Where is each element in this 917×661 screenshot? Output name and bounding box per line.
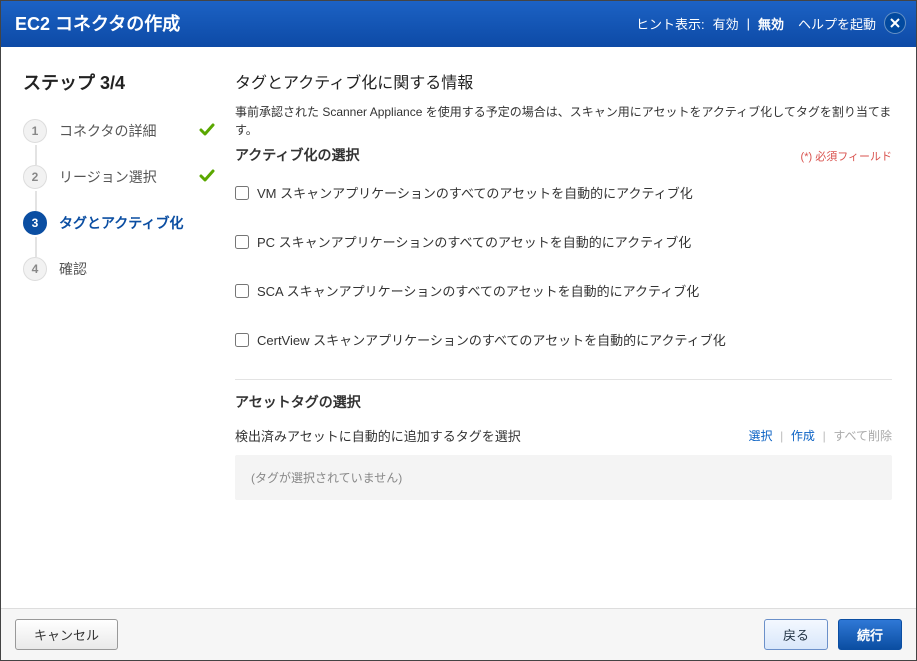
- main-heading: タグとアクティブ化に関する情報: [235, 69, 892, 93]
- hint-label: ヒント表示:: [636, 14, 705, 33]
- tag-select-link[interactable]: 選択: [749, 429, 773, 443]
- step-number: 1: [23, 119, 47, 143]
- hint-on-link[interactable]: 有効: [713, 14, 739, 33]
- step-label: 確認: [59, 259, 215, 279]
- main-description: 事前承認された Scanner Appliance を使用する予定の場合は、スキ…: [235, 103, 892, 139]
- tag-empty-text: (タグが選択されていません): [251, 471, 402, 485]
- step-number: 2: [23, 165, 47, 189]
- activation-checkbox-label: VM スキャンアプリケーションのすべてのアセットを自動的にアクティブ化: [257, 183, 693, 202]
- checkmark-icon: [199, 168, 215, 187]
- dialog-title: EC2 コネクタの作成: [15, 10, 180, 36]
- dialog-footer: キャンセル 戻る 続行: [1, 608, 916, 660]
- wizard-step[interactable]: 1 コネクタの詳細: [23, 119, 215, 143]
- activation-checkbox[interactable]: [235, 333, 249, 347]
- wizard-step-title: ステップ 3/4: [23, 69, 215, 95]
- step-label: タグとアクティブ化: [59, 213, 215, 233]
- tag-delete-all-link: すべて削除: [833, 429, 892, 443]
- hint-off-link[interactable]: 無効: [758, 14, 784, 33]
- activation-checkbox-row[interactable]: VM スキャンアプリケーションのすべてのアセットを自動的にアクティブ化: [235, 183, 892, 202]
- wizard-sidebar: ステップ 3/4 1 コネクタの詳細 2 リージョン選択 3 タグとアクティブ化 4 確認: [1, 47, 231, 608]
- activation-checkbox-label: SCA スキャンアプリケーションのすべてのアセットを自動的にアクティブ化: [257, 281, 699, 300]
- main-panel: タグとアクティブ化に関する情報 事前承認された Scanner Applianc…: [231, 47, 916, 608]
- close-icon: [890, 18, 900, 28]
- step-label: リージョン選択: [59, 167, 187, 187]
- activation-checkbox-label: CertView スキャンアプリケーションのすべてのアセットを自動的にアクティブ…: [257, 330, 726, 349]
- tag-section-title: アセットタグの選択: [235, 392, 892, 412]
- step-number: 4: [23, 257, 47, 281]
- dialog-titlebar: EC2 コネクタの作成 ヒント表示: 有効 | 無効 ヘルプを起動: [1, 1, 916, 47]
- activation-checkbox-row[interactable]: PC スキャンアプリケーションのすべてのアセットを自動的にアクティブ化: [235, 232, 892, 251]
- wizard-step[interactable]: 4 確認: [23, 257, 215, 281]
- activation-checkbox[interactable]: [235, 186, 249, 200]
- step-label: コネクタの詳細: [59, 121, 187, 141]
- close-button[interactable]: [884, 12, 906, 34]
- back-button[interactable]: 戻る: [764, 619, 828, 650]
- activation-checkbox[interactable]: [235, 284, 249, 298]
- step-number: 3: [23, 211, 47, 235]
- activation-checkbox-row[interactable]: SCA スキャンアプリケーションのすべてのアセットを自動的にアクティブ化: [235, 281, 892, 300]
- activation-checkbox-label: PC スキャンアプリケーションのすべてのアセットを自動的にアクティブ化: [257, 232, 691, 251]
- checkmark-icon: [199, 122, 215, 141]
- wizard-step[interactable]: 2 リージョン選択: [23, 165, 215, 189]
- tag-hint: 検出済みアセットに自動的に追加するタグを選択: [235, 426, 521, 445]
- wizard-step[interactable]: 3 タグとアクティブ化: [23, 211, 215, 235]
- required-note: (*) 必須フィールド: [801, 148, 892, 164]
- activation-checkbox-row[interactable]: CertView スキャンアプリケーションのすべてのアセットを自動的にアクティブ…: [235, 330, 892, 349]
- help-link[interactable]: ヘルプを起動: [798, 14, 876, 33]
- cancel-button[interactable]: キャンセル: [15, 619, 118, 650]
- hint-sep: |: [747, 16, 750, 31]
- continue-button[interactable]: 続行: [838, 619, 902, 650]
- tag-selection-box: (タグが選択されていません): [235, 455, 892, 500]
- activation-checkbox[interactable]: [235, 235, 249, 249]
- activation-section-title: アクティブ化の選択: [235, 145, 359, 165]
- tag-create-link[interactable]: 作成: [791, 429, 815, 443]
